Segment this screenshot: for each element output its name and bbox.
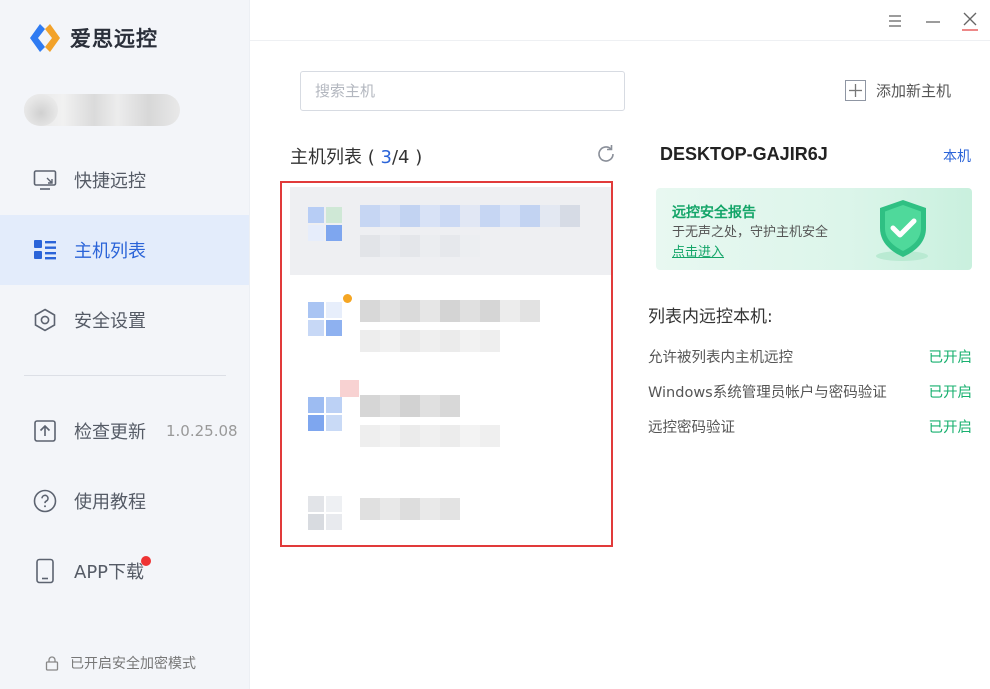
app-name: 爱思远控 (70, 27, 158, 51)
monitor-icon (32, 167, 58, 193)
sidebar-item-label: APP下载 (74, 562, 145, 583)
sidebar-item-host-list[interactable]: 主机列表 (0, 215, 249, 285)
host-online-count: 3 (380, 147, 392, 168)
notification-dot (141, 556, 151, 566)
lock-icon (44, 655, 60, 671)
this-machine-label: 本机 (943, 149, 971, 165)
sidebar-item-check-update[interactable]: 检查更新 1.0.25.08 (0, 396, 249, 466)
setting-status[interactable]: 已开启 (929, 381, 973, 402)
encryption-status: 已开启安全加密模式 (44, 653, 196, 673)
security-report-title: 远控安全报告 (672, 205, 756, 221)
sidebar-item-label: 主机列表 (74, 241, 146, 262)
search-input[interactable] (300, 71, 625, 111)
close-button[interactable] (959, 10, 981, 32)
add-host-button[interactable]: 添加新主机 (845, 80, 951, 101)
host-list-highlight (280, 181, 613, 547)
sidebar-divider (24, 375, 226, 376)
host-list-open-paren: ( (367, 147, 375, 168)
sidebar-item-label: 使用教程 (74, 492, 146, 513)
sidebar-item-security-settings[interactable]: 安全设置 (0, 285, 249, 355)
plus-icon (845, 80, 866, 101)
encryption-status-label: 已开启安全加密模式 (70, 656, 196, 672)
shield-hex-icon (32, 307, 58, 333)
host-list-title: 主机列表 ( 3/4 ) (290, 143, 422, 169)
host-total-count: 4 (398, 147, 410, 168)
sidebar-item-app-download[interactable]: APP下载 (0, 536, 249, 606)
setting-name: Windows系统管理员帐户与密码验证 (648, 385, 887, 401)
help-icon (32, 488, 58, 514)
machine-name: DESKTOP-GAJIR6J (660, 144, 828, 164)
sidebar-item-quick-remote[interactable]: 快捷远控 (0, 145, 249, 215)
sidebar-item-label: 快捷远控 (74, 171, 146, 192)
refresh-icon (598, 145, 614, 162)
settings-title: 列表内远控本机: (648, 307, 773, 327)
setting-status[interactable]: 已开启 (929, 416, 973, 437)
avatar[interactable] (24, 94, 58, 126)
upload-icon (32, 418, 58, 444)
sidebar: 爱思远控 快捷远控 主机列表 安全设置 检查更新 1.0.25.08 使用教程 … (0, 0, 250, 689)
app-logo: 爱思远控 (28, 22, 158, 54)
security-report-subtitle: 于无声之处，守护主机安全 (672, 225, 829, 240)
security-report-card[interactable]: 远控安全报告 于无声之处，守护主机安全 点击进入 (656, 188, 972, 270)
sidebar-item-tutorial[interactable]: 使用教程 (0, 466, 249, 536)
minimize-icon (926, 21, 940, 23)
shield-check-icon (868, 196, 938, 264)
sidebar-item-label: 安全设置 (74, 311, 146, 332)
menu-button[interactable] (884, 10, 906, 32)
menu-icon (889, 15, 901, 27)
version-label: 1.0.25.08 (166, 422, 238, 440)
host-list-close-paren: ) (415, 147, 423, 168)
title-bar-divider (250, 40, 990, 41)
sidebar-item-label: 检查更新 (74, 422, 146, 443)
security-report-link[interactable]: 点击进入 (672, 241, 724, 260)
minimize-button[interactable] (922, 10, 944, 32)
add-host-label: 添加新主机 (876, 82, 952, 100)
host-list-title-text: 主机列表 (290, 147, 362, 168)
setting-name: 允许被列表内主机远控 (648, 350, 793, 366)
setting-row: 远控密码验证 已开启 (648, 416, 972, 437)
phone-icon (32, 558, 58, 584)
setting-status[interactable]: 已开启 (929, 346, 973, 367)
setting-row: Windows系统管理员帐户与密码验证 已开启 (648, 381, 972, 402)
refresh-button[interactable] (595, 143, 617, 165)
host-list-icon (32, 237, 58, 263)
setting-name: 远控密码验证 (648, 420, 735, 436)
close-icon (962, 12, 978, 31)
logo-icon (28, 22, 62, 54)
setting-row: 允许被列表内主机远控 已开启 (648, 346, 972, 367)
